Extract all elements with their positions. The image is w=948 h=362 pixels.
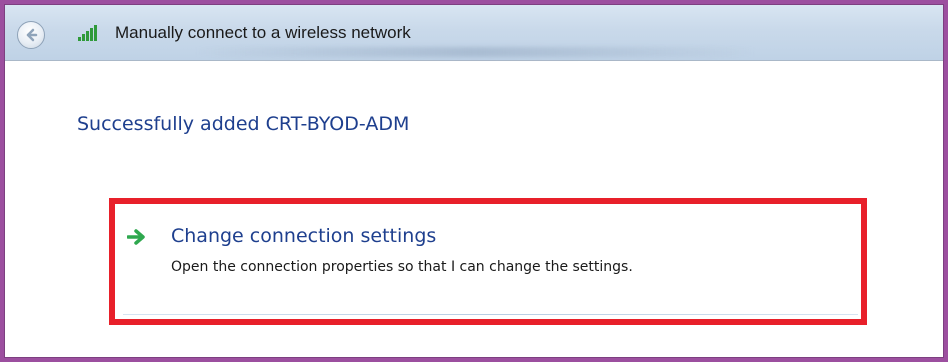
title-bar: Manually connect to a wireless network [5,5,943,61]
wizard-window: Manually connect to a wireless network S… [4,4,944,358]
green-arrow-icon [127,229,145,245]
window-title: Manually connect to a wireless network [115,23,411,42]
task-description: Open the connection properties so that I… [171,259,633,275]
success-heading: Successfully added CRT-BYOD-ADM [77,113,410,135]
task-title: Change connection settings [171,225,437,247]
back-arrow-icon [26,28,38,42]
task-divider [123,314,858,315]
change-connection-settings-link[interactable]: Change connection settings Open the conn… [123,213,853,313]
back-button[interactable] [17,21,45,49]
wireless-signal-icon [78,25,97,41]
